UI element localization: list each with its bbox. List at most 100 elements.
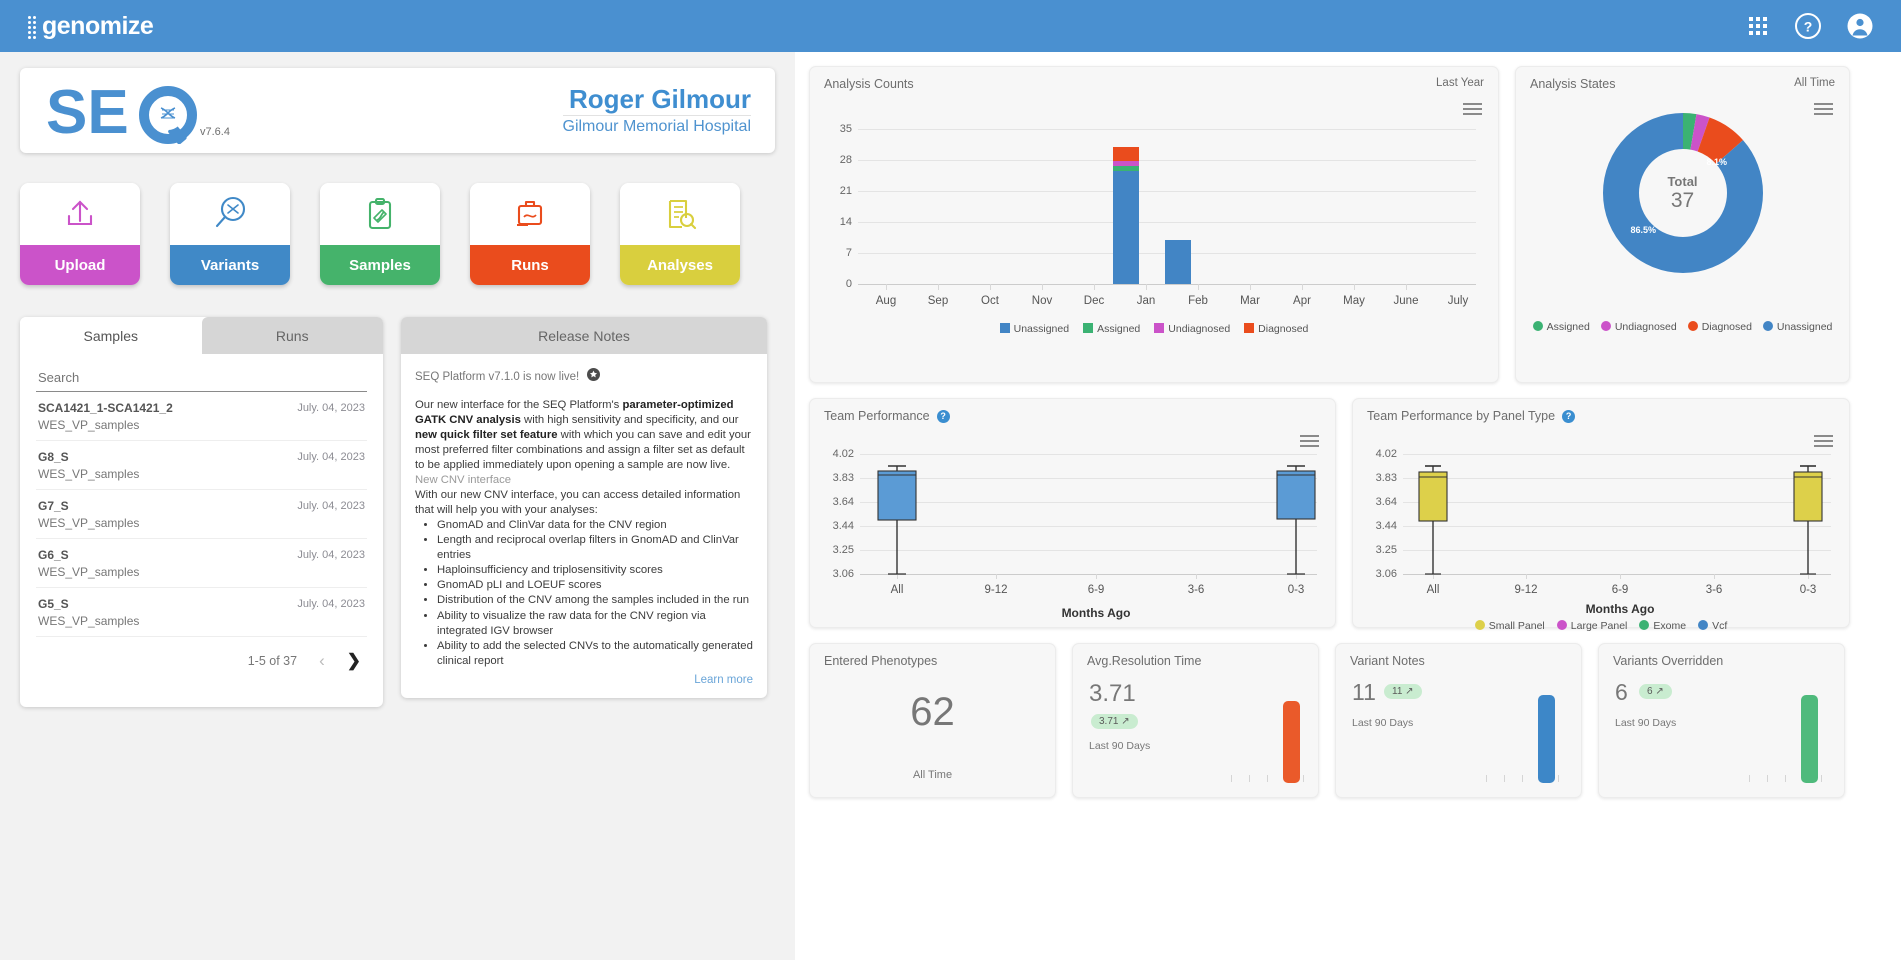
list-item[interactable]: G6_S WES_VP_samples July. 04, 2023	[36, 539, 367, 588]
account-icon[interactable]	[1847, 13, 1873, 39]
learn-more-link[interactable]: Learn more	[415, 673, 753, 688]
release-notes-paragraph-2: With our new CNV interface, you can acce…	[415, 489, 741, 517]
team-performance-card: Team Performance ? 4.02 3.83 3.64 3.44 3…	[809, 398, 1336, 628]
nav-tile-analyses[interactable]: Analyses	[620, 183, 740, 285]
samples-panel-body: SCA1421_1-SCA1421_2 WES_VP_samples July. …	[20, 354, 383, 707]
spark-bar[interactable]	[1538, 695, 1555, 783]
list-item[interactable]: G8_S WES_VP_samples July. 04, 2023	[36, 441, 367, 490]
apps-grid-icon[interactable]	[1747, 15, 1769, 37]
x-tick-mark	[1250, 284, 1251, 290]
help-icon[interactable]: ?	[936, 409, 950, 423]
legend-item[interactable]: Exome	[1639, 620, 1686, 632]
stat-period: All Time	[912, 769, 953, 781]
svg-text:?: ?	[1804, 19, 1813, 35]
card-title: Variant Notes	[1350, 654, 1425, 668]
pagination-next-icon[interactable]: ❯	[347, 651, 361, 671]
chart-menu-icon[interactable]	[1814, 103, 1833, 118]
help-icon[interactable]: ?	[1795, 13, 1821, 39]
svg-text:SE: SE	[46, 78, 129, 144]
y-tick: 3.25	[1375, 544, 1397, 556]
spark-bar[interactable]	[1283, 701, 1300, 783]
x-tick-label: June	[1393, 295, 1419, 307]
legend-item[interactable]: Assigned	[1532, 321, 1590, 333]
y-tick: 7	[845, 247, 852, 259]
spark-bar[interactable]	[1801, 695, 1818, 783]
help-icon[interactable]: ?	[1562, 409, 1576, 423]
legend-item[interactable]: Diagnosed	[1687, 321, 1752, 333]
seq-logo: SE v7.6.4	[46, 78, 230, 144]
legend-item[interactable]: Unassigned	[1762, 321, 1832, 333]
dashboard-column: Analysis Counts Last Year 35 28 21 14 7 …	[795, 52, 1901, 960]
list-item[interactable]: SCA1421_1-SCA1421_2 WES_VP_samples July. …	[36, 392, 367, 441]
upload-icon	[20, 183, 140, 245]
chart-legend: Assigned Undiagnosed Diagnosed Unassigne…	[1516, 321, 1849, 333]
nav-tile-runs[interactable]: Runs	[470, 183, 590, 285]
legend-label: Small Panel	[1488, 620, 1545, 632]
analyses-report-icon	[620, 183, 740, 245]
boxplot-series[interactable]	[860, 444, 1330, 579]
organization-name: Gilmour Memorial Hospital	[562, 115, 751, 136]
legend-item[interactable]: Undiagnosed	[1154, 323, 1230, 335]
rn-p1a: Our new interface for the SEQ Platform's	[415, 399, 623, 412]
bar-feb-unassigned[interactable]	[1165, 240, 1191, 284]
bar-jan-unassigned[interactable]	[1113, 171, 1139, 284]
donut-center-value: 37	[1670, 188, 1695, 212]
donut-center-label: Total	[1667, 173, 1698, 189]
nav-tile-variants[interactable]: Variants	[170, 183, 290, 285]
sample-date: July. 04, 2023	[297, 598, 365, 610]
bar-jan-diagnosed[interactable]	[1113, 147, 1139, 161]
legend-item[interactable]: Small Panel	[1474, 620, 1545, 632]
user-name: Roger Gilmour	[568, 83, 751, 114]
card-title: Variants Overridden	[1613, 654, 1724, 668]
x-tick-mark	[938, 284, 939, 290]
list-item: Distribution of the CNV among the sample…	[437, 593, 753, 608]
y-tick: 28	[839, 154, 852, 166]
nav-tile-samples[interactable]: Samples	[320, 183, 440, 285]
sample-name: G5_S	[38, 597, 69, 611]
nav-tile-upload[interactable]: Upload	[20, 183, 140, 285]
x-tick-mark	[886, 284, 887, 290]
x-tick-label: All	[890, 584, 904, 596]
app-version: v7.6.4	[200, 125, 230, 138]
x-tick-mark	[1146, 284, 1147, 290]
y-tick: 4.02	[1375, 448, 1397, 460]
avg-resolution-time-card: Avg.Resolution Time 3.71 3.71 ↗ Last 90 …	[1072, 643, 1319, 798]
chart-range-label: Last Year	[1436, 77, 1484, 89]
legend-item[interactable]: Large Panel	[1556, 620, 1627, 632]
legend-item[interactable]: Unassigned	[999, 323, 1070, 335]
x-tick-label: Sep	[927, 295, 949, 307]
y-tick: 35	[839, 123, 852, 135]
x-tick-label: Apr	[1293, 295, 1311, 307]
legend-item[interactable]: Diagnosed	[1244, 323, 1308, 335]
x-tick-mark	[1042, 284, 1043, 290]
legend-item[interactable]: Undiagnosed	[1600, 321, 1677, 333]
legend-item[interactable]: Assigned	[1083, 323, 1140, 335]
boxplot-series[interactable]	[1403, 444, 1843, 579]
legend-label: Vcf	[1712, 620, 1728, 632]
sample-run: WES_VP_samples	[38, 614, 140, 628]
tab-release-notes[interactable]: Release Notes	[401, 317, 767, 354]
tab-samples[interactable]: Samples	[20, 317, 202, 354]
card-title: Team Performance by Panel Type ?	[1367, 409, 1576, 423]
list-item[interactable]: G7_S WES_VP_samples July. 04, 2023	[36, 490, 367, 539]
y-tick: 14	[839, 216, 852, 228]
bar-jan-undiagnosed[interactable]	[1113, 161, 1139, 166]
donut-chart: Total 37 8.1% 86.5%	[1602, 113, 1763, 273]
chart-menu-icon[interactable]	[1463, 103, 1482, 118]
search-input[interactable]	[36, 364, 367, 392]
tab-runs[interactable]: Runs	[201, 317, 383, 354]
pagination-prev-icon[interactable]: ‹	[319, 651, 325, 671]
brand-logo[interactable]: genomize	[28, 12, 154, 41]
legend-label: Undiagnosed	[1614, 321, 1677, 333]
sample-date: July. 04, 2023	[297, 402, 365, 414]
release-notes-bullets: GnomAD and ClinVar data for the CNV regi…	[415, 518, 753, 668]
list-item[interactable]: G5_S WES_VP_samples July. 04, 2023	[36, 588, 367, 637]
nav-tile-runs-label: Runs	[470, 245, 590, 285]
legend-item[interactable]: Vcf	[1698, 620, 1727, 632]
sample-run: WES_VP_samples	[38, 516, 140, 530]
legend-label: Unassigned	[1013, 323, 1070, 335]
variants-search-icon	[170, 183, 290, 245]
bar-jan-assigned[interactable]	[1113, 166, 1139, 171]
x-tick-label: July	[1447, 295, 1469, 307]
list-item: Haploinsufficiency and triplosensitivity…	[437, 563, 753, 578]
